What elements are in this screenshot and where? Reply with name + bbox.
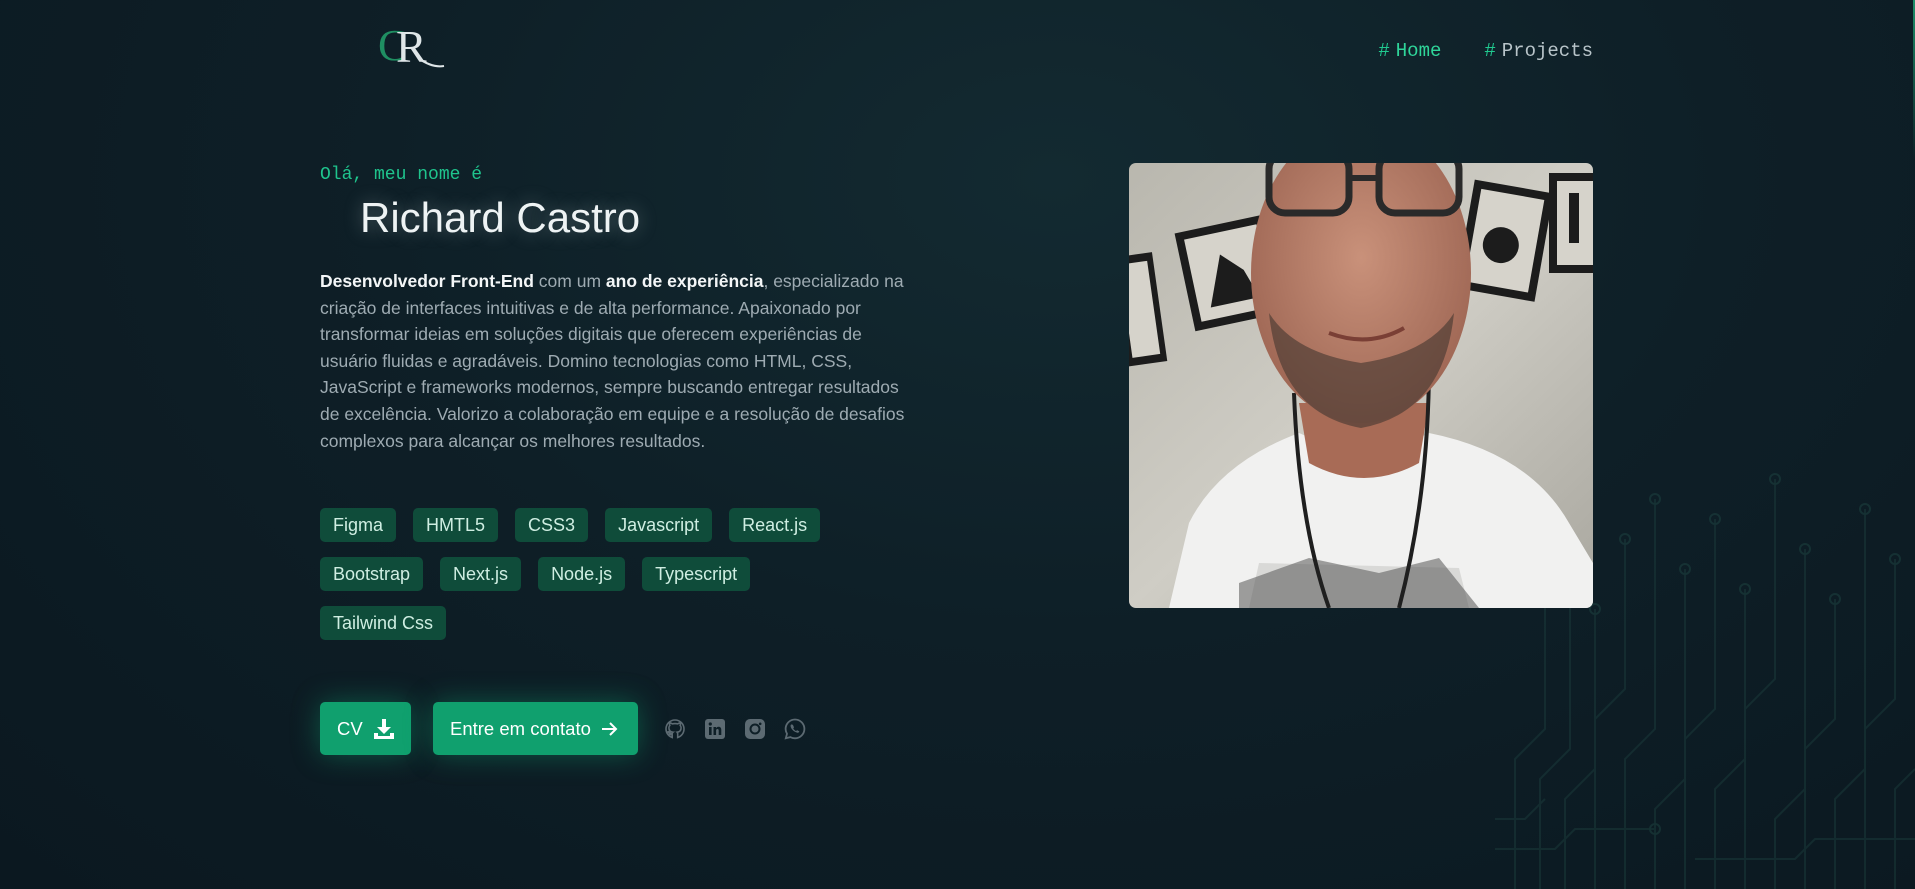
nav-label-projects: Projects xyxy=(1501,40,1593,62)
instagram-icon[interactable] xyxy=(743,717,767,741)
main-nav: # Home # Projects xyxy=(1378,40,1593,62)
portfolio-page: C R # Home # Projects Olá, meu nome é Ri… xyxy=(0,0,1915,889)
arrow-right-icon xyxy=(601,721,619,737)
skill-tag-css3: CSS3 xyxy=(515,508,589,542)
nav-hash: # xyxy=(1378,40,1390,62)
whatsapp-icon[interactable] xyxy=(783,717,807,741)
logo-monogram-icon: C R xyxy=(378,21,445,72)
skill-tag-bootstrap: Bootstrap xyxy=(320,557,424,591)
contact-button-label: Entre em contato xyxy=(450,717,591,739)
svg-text:R: R xyxy=(396,21,427,72)
nav-hash: # xyxy=(1484,40,1496,62)
skill-tag-react: React.js xyxy=(729,508,821,542)
skill-tag-javascript: Javascript xyxy=(605,508,713,542)
cv-download-button[interactable]: CV xyxy=(320,702,411,755)
bio-connector: com um xyxy=(533,271,606,291)
download-icon xyxy=(373,718,395,740)
cv-button-label: CV xyxy=(337,717,363,739)
social-links xyxy=(663,717,807,741)
nav-link-projects[interactable]: # Projects xyxy=(1484,40,1593,62)
greeting-text: Olá, meu nome é xyxy=(320,165,483,185)
skill-tag-typescript: Typescript xyxy=(642,557,751,591)
github-icon[interactable] xyxy=(663,717,687,741)
skill-tag-html5: HMTL5 xyxy=(413,508,499,542)
profile-photo xyxy=(1129,163,1593,608)
nav-label-home: Home xyxy=(1395,40,1442,62)
bio-rest: , especializado na criação de interfaces… xyxy=(320,271,905,451)
skill-tag-nodejs: Node.js xyxy=(538,557,626,591)
hero-name: Richard Castro xyxy=(360,194,641,241)
skill-tag-figma: Figma xyxy=(320,508,397,542)
bio-role: Desenvolvedor Front-End xyxy=(320,271,534,291)
nav-link-home[interactable]: # Home xyxy=(1378,40,1441,62)
bio-experience: ano de experiência xyxy=(605,271,764,291)
hero-actions: CV Entre em contato xyxy=(320,702,807,755)
skill-tag-nextjs: Next.js xyxy=(440,557,522,591)
bio-paragraph: Desenvolvedor Front-End com um ano de ex… xyxy=(320,268,910,454)
linkedin-icon[interactable] xyxy=(703,717,727,741)
contact-button[interactable]: Entre em contato xyxy=(433,702,638,755)
skills-list: Figma HMTL5 CSS3 Javascript React.js Boo… xyxy=(320,508,880,640)
skill-tag-tailwind: Tailwind Css xyxy=(320,606,447,640)
logo[interactable]: C R xyxy=(378,18,446,72)
